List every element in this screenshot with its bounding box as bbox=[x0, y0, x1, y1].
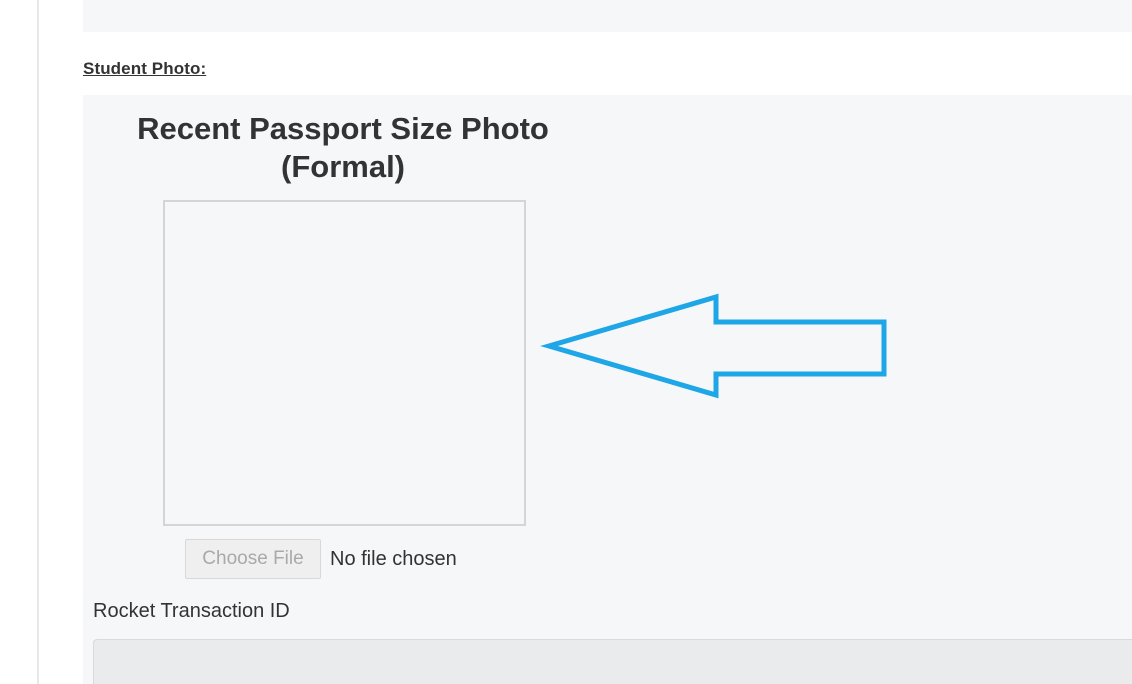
photo-heading-line-1: Recent Passport Size Photo bbox=[137, 111, 549, 146]
choose-file-button[interactable]: Choose File bbox=[185, 539, 321, 579]
rocket-transaction-id-label: Rocket Transaction ID bbox=[93, 600, 290, 622]
annotation-arrow-shape bbox=[540, 293, 887, 399]
photo-preview-box[interactable] bbox=[163, 200, 526, 526]
student-photo-section-title: Student Photo: bbox=[83, 59, 207, 78]
arrow-left-icon bbox=[540, 293, 887, 399]
page-left-divider bbox=[37, 0, 39, 684]
photo-requirement-heading: Recent Passport Size Photo (Formal) bbox=[83, 110, 603, 186]
photo-heading-line-2: (Formal) bbox=[281, 149, 405, 184]
file-chosen-status: No file chosen bbox=[330, 548, 457, 570]
rocket-transaction-id-input[interactable] bbox=[93, 639, 1132, 684]
previous-section-panel bbox=[83, 0, 1132, 32]
